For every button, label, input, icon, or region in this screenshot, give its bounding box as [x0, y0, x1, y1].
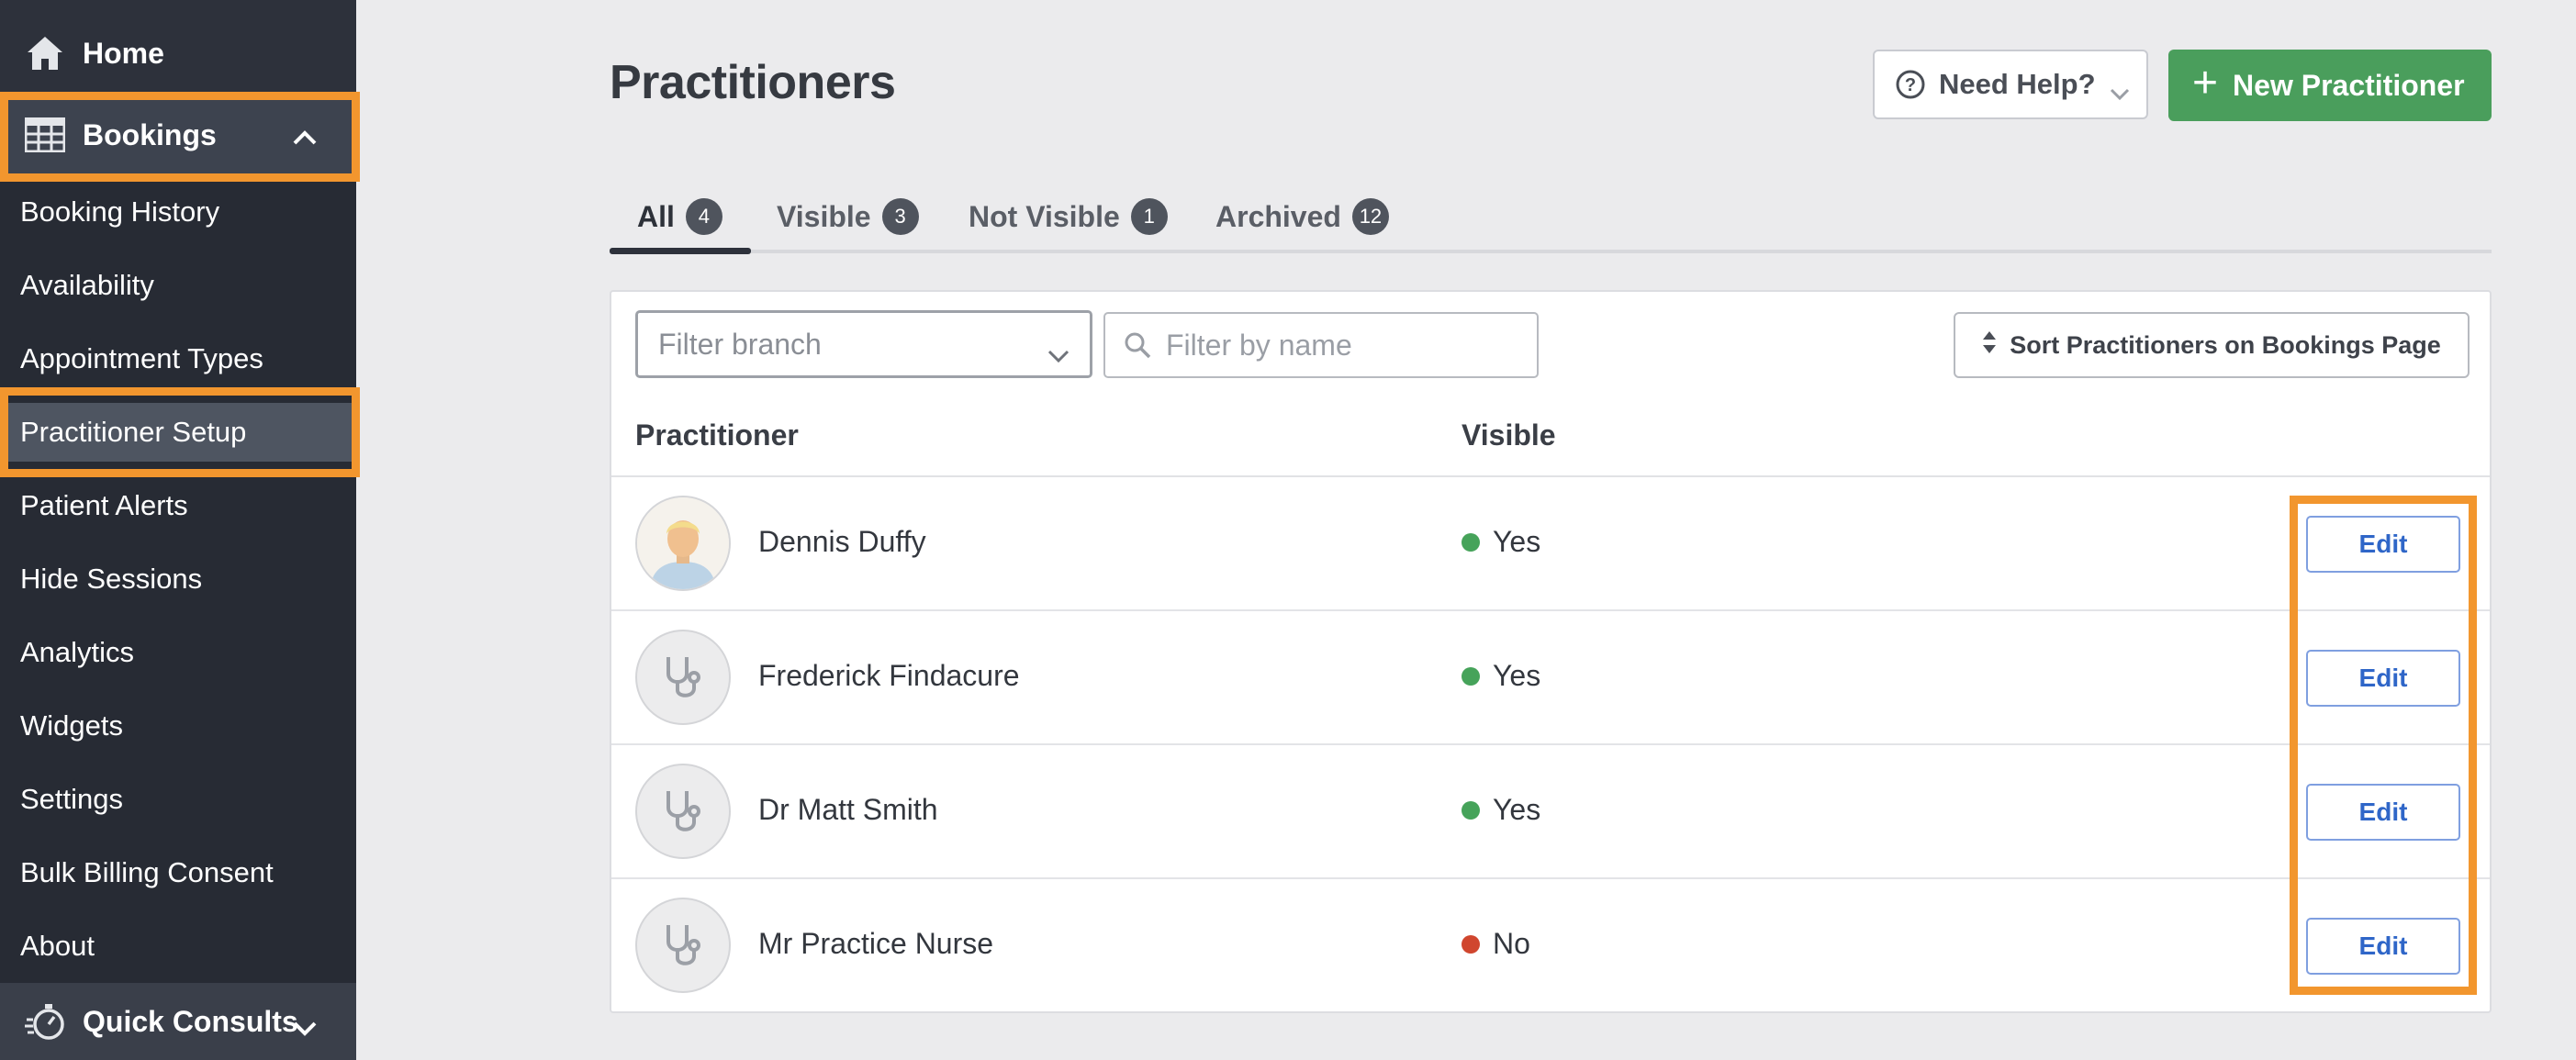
sidebar-item-analytics[interactable]: Analytics	[0, 623, 356, 682]
sidebar-item-availability[interactable]: Availability	[0, 256, 356, 315]
need-help-button[interactable]: ? Need Help?	[1873, 50, 2148, 119]
sidebar-item-about[interactable]: About	[0, 917, 356, 976]
sort-practitioners-button[interactable]: Sort Practitioners on Bookings Page	[1954, 312, 2470, 378]
plus-icon: +	[2192, 59, 2219, 107]
sidebar-item-settings[interactable]: Settings	[0, 770, 356, 829]
tab-label: Not Visible	[969, 199, 1120, 233]
status-dot-icon	[1462, 666, 1480, 686]
search-icon	[1124, 331, 1151, 359]
practitioner-photo	[635, 496, 731, 591]
chevron-up-icon[interactable]	[292, 119, 318, 153]
practitioners-card: Filter branch Filter by name Sort Practi…	[610, 290, 2492, 1013]
sidebar-item-label: Bookings	[83, 117, 217, 151]
visible-value: Yes	[1493, 793, 1541, 826]
sidebar-item-label: Appointment Types	[20, 342, 263, 374]
count-badge: 4	[685, 198, 722, 235]
practitioner-name: Frederick Findacure	[758, 659, 1020, 692]
sidebar-item-appointment-types[interactable]: Appointment Types	[0, 329, 356, 388]
bookings-submenu: Booking History Availability Appointment…	[0, 176, 356, 984]
column-header-visible: Visible	[1462, 418, 1556, 452]
chevron-down-icon	[2110, 75, 2130, 108]
visible-status: Yes	[1462, 659, 1540, 693]
count-badge: 1	[1130, 198, 1168, 235]
home-icon	[24, 32, 66, 74]
sort-label: Sort Practitioners on Bookings Page	[2010, 330, 2441, 359]
sidebar-item-label: Patient Alerts	[20, 489, 188, 521]
practitioner-name: Dennis Duffy	[758, 525, 926, 558]
sidebar-item-label: Booking History	[20, 195, 220, 228]
tab-label: Archived	[1215, 199, 1341, 233]
stethoscope-icon	[635, 898, 731, 993]
stethoscope-icon	[635, 630, 731, 725]
svg-text:?: ?	[1905, 75, 1916, 95]
tab-label: All	[637, 199, 675, 233]
new-practitioner-button[interactable]: + New Practitioner	[2168, 50, 2492, 121]
tab-not-visible[interactable]: Not Visible 1	[969, 189, 1168, 244]
sidebar-item-label: Quick Consults	[83, 1004, 298, 1038]
stopwatch-icon	[24, 1000, 66, 1043]
count-badge: 3	[881, 198, 919, 235]
new-practitioner-label: New Practitioner	[2233, 68, 2465, 102]
edit-button[interactable]: Edit	[2306, 918, 2460, 975]
column-header-practitioner: Practitioner	[635, 418, 799, 452]
sidebar-item-booking-history[interactable]: Booking History	[0, 183, 356, 241]
visible-value: Yes	[1493, 659, 1541, 692]
practitioner-name: Mr Practice Nurse	[758, 927, 994, 960]
tab-label: Visible	[777, 199, 871, 233]
visible-value: No	[1493, 927, 1530, 960]
sidebar-item-patient-alerts[interactable]: Patient Alerts	[0, 476, 356, 535]
visible-value: Yes	[1493, 525, 1541, 558]
sidebar-item-bulk-billing-consent[interactable]: Bulk Billing Consent	[0, 843, 356, 902]
status-dot-icon	[1462, 800, 1480, 820]
table-row: Dennis Duffy Yes Edit	[611, 477, 2490, 611]
sidebar-item-label: Widgets	[20, 709, 123, 742]
sidebar-item-quick-consults[interactable]: Quick Consults	[0, 983, 356, 1060]
filter-name-input[interactable]: Filter by name	[1103, 312, 1539, 378]
active-tab-indicator	[610, 248, 751, 254]
filter-branch-select[interactable]: Filter branch	[635, 310, 1092, 378]
need-help-label: Need Help?	[1939, 68, 2096, 100]
sidebar-item-hide-sessions[interactable]: Hide Sessions	[0, 550, 356, 608]
sidebar-item-label: Analytics	[20, 636, 135, 668]
sidebar-item-label: Availability	[20, 269, 154, 301]
tab-visible[interactable]: Visible 3	[777, 189, 919, 244]
visible-status: Yes	[1462, 525, 1540, 559]
tabs-divider	[610, 250, 2492, 253]
table-row: Mr Practice Nurse No Edit	[611, 879, 2490, 1013]
chevron-down-icon[interactable]	[292, 1010, 318, 1044]
visible-status: No	[1462, 927, 1530, 961]
sidebar-item-widgets[interactable]: Widgets	[0, 697, 356, 755]
table-row: Dr Matt Smith Yes Edit	[611, 745, 2490, 879]
sidebar: Home Bookings Booking History Availabili…	[0, 0, 356, 1060]
count-badge: 12	[1351, 198, 1389, 235]
practitioner-name: Dr Matt Smith	[758, 793, 938, 826]
status-dot-icon	[1462, 532, 1480, 552]
page-title: Practitioners	[610, 56, 896, 109]
calendar-grid-icon	[24, 114, 66, 156]
edit-button[interactable]: Edit	[2306, 516, 2460, 573]
visible-status: Yes	[1462, 793, 1540, 827]
sidebar-item-label: About	[20, 930, 95, 962]
edit-button[interactable]: Edit	[2306, 650, 2460, 707]
sidebar-item-label: Home	[83, 36, 164, 70]
sidebar-item-practitioner-setup[interactable]: Practitioner Setup	[0, 403, 356, 462]
sidebar-item-label: Settings	[20, 783, 124, 815]
sidebar-item-label: Practitioner Setup	[20, 416, 247, 448]
stethoscope-icon	[635, 764, 731, 859]
sidebar-item-label: Hide Sessions	[20, 563, 203, 595]
status-dot-icon	[1462, 934, 1480, 954]
sidebar-item-home[interactable]: Home	[0, 13, 356, 94]
sidebar-item-bookings[interactable]: Bookings	[0, 94, 356, 176]
edit-button[interactable]: Edit	[2306, 784, 2460, 841]
tab-archived[interactable]: Archived 12	[1215, 189, 1389, 244]
question-circle-icon: ?	[1895, 69, 1926, 100]
sidebar-item-label: Bulk Billing Consent	[20, 856, 274, 888]
chevron-down-icon	[1047, 337, 1070, 371]
tab-all[interactable]: All 4	[637, 189, 722, 244]
table-row: Frederick Findacure Yes Edit	[611, 611, 2490, 745]
sort-icon	[1982, 330, 1997, 361]
filter-name-placeholder: Filter by name	[1166, 328, 1352, 362]
filter-branch-placeholder: Filter branch	[658, 327, 822, 361]
